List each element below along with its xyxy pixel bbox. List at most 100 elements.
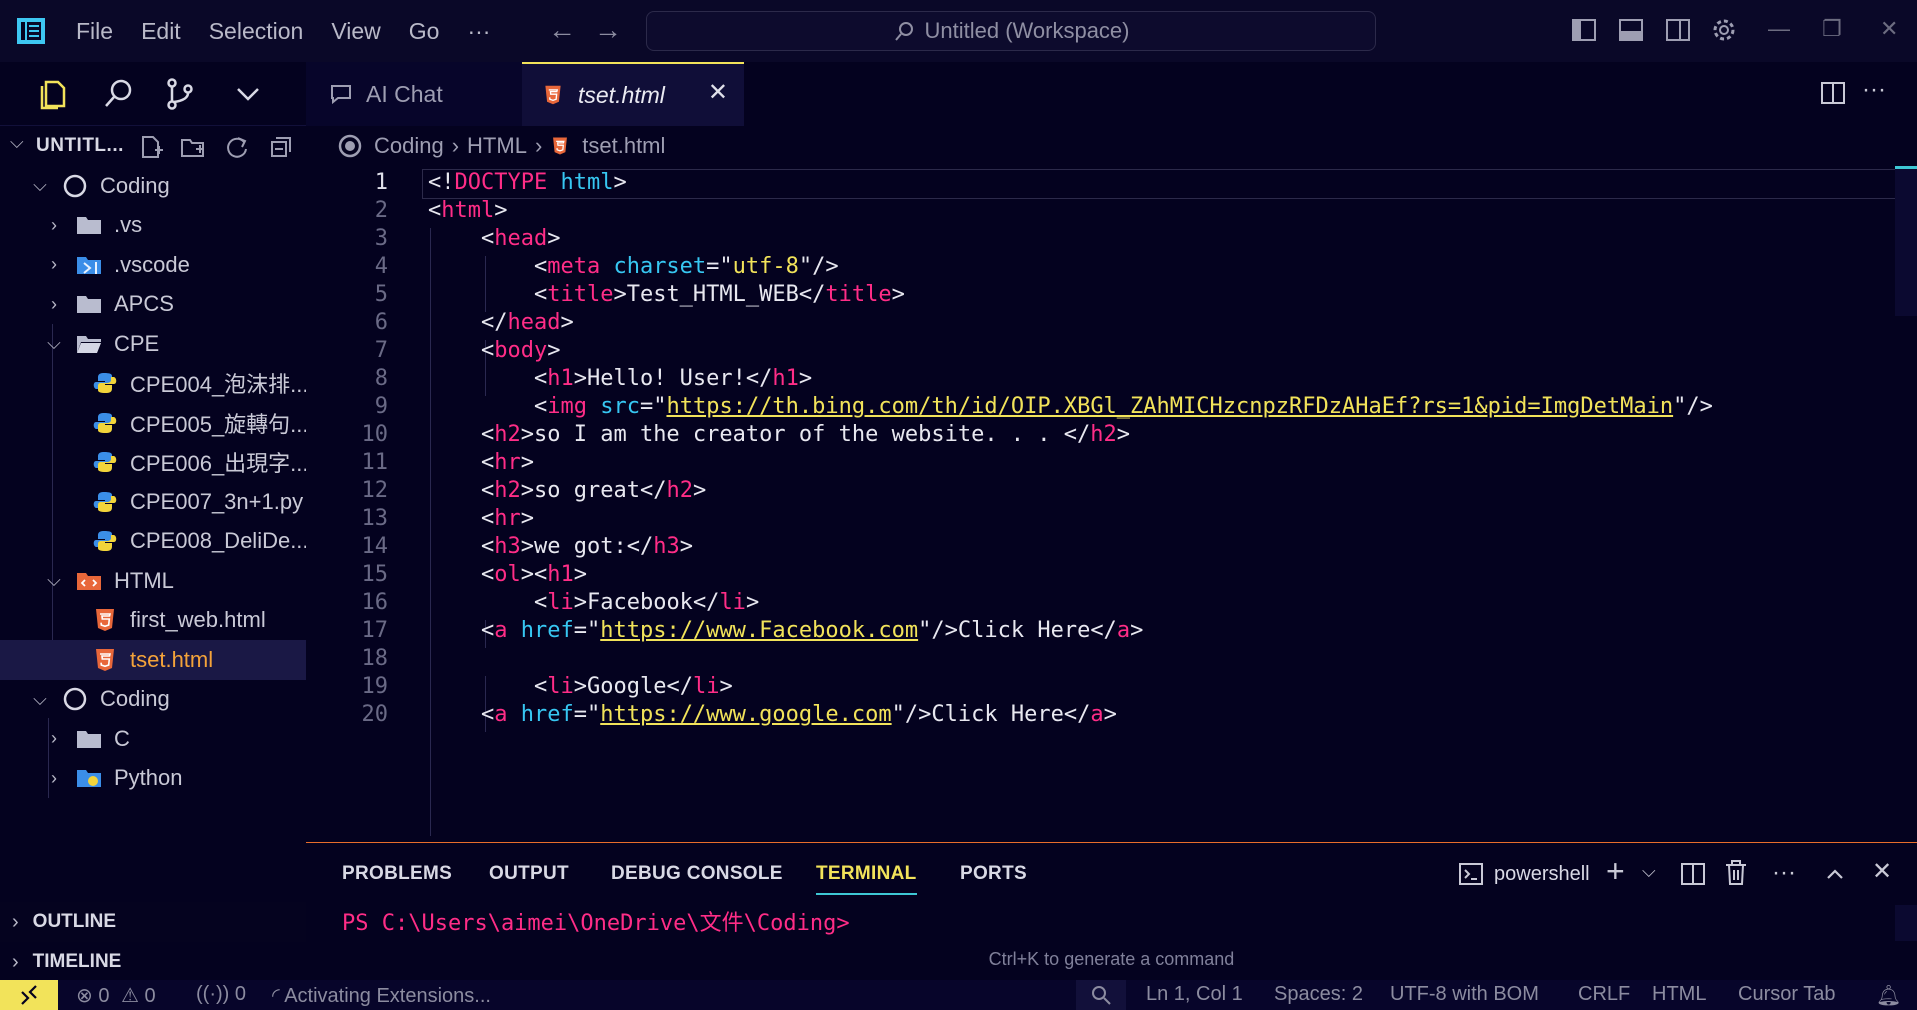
terminal-shell-name[interactable]: powershell [1494, 863, 1590, 886]
img-src-link[interactable]: https://th.bing.com/th/id/OIP.XBGl_ZAhMI… [666, 394, 1673, 419]
tree-item-python[interactable]: › Python [0, 759, 306, 799]
remote-icon [21, 985, 37, 1005]
terminal-hint: Ctrl+K to generate a command [988, 949, 1235, 969]
timeline-section-header[interactable]: › TIMELINE [0, 942, 306, 982]
split-editor-icon[interactable] [1820, 80, 1846, 106]
app-logo-icon[interactable] [16, 17, 46, 45]
tree-item-apcs[interactable]: › APCS [0, 285, 306, 325]
toggle-panel-icon[interactable] [1617, 16, 1645, 44]
panel-tab-debug-console[interactable]: DEBUG CONSOLE [611, 863, 783, 885]
tree-item-label: Coding [100, 686, 170, 712]
html5-file-icon [96, 648, 114, 671]
menu-go[interactable]: Go [395, 18, 454, 45]
editor-area: AI Chat tset.html ✕ ··· Coding › HTML › … [306, 62, 1917, 842]
split-terminal-icon[interactable] [1680, 861, 1706, 887]
restore-icon[interactable]: ❐ [1822, 16, 1842, 42]
line-number: 19 [361, 674, 389, 699]
menu-edit[interactable]: Edit [127, 18, 195, 45]
new-folder-icon[interactable] [180, 134, 206, 160]
terminal-prompt[interactable]: PS C:\Users\aimei\OneDrive\文件\Coding> [342, 905, 850, 937]
back-arrow-icon[interactable]: ← [548, 14, 576, 46]
bottom-panel: PROBLEMS OUTPUT DEBUG CONSOLE TERMINAL P… [306, 842, 1917, 980]
breadcrumb-item[interactable]: HTML [467, 133, 527, 159]
tab-ai-chat[interactable]: AI Chat [306, 62, 522, 126]
folder-icon [77, 296, 101, 314]
explorer-header[interactable]: ⌵ UNTITL... [0, 126, 306, 166]
href-link[interactable]: https://www.Facebook.com [600, 618, 918, 643]
collapse-all-icon[interactable] [268, 134, 294, 160]
link-text: Click Here [931, 702, 1064, 727]
breadcrumb-item[interactable]: Coding [374, 133, 444, 159]
close-tab-icon[interactable]: ✕ [708, 78, 728, 107]
chevron-right-icon: › [51, 767, 57, 788]
tree-item-cpe005[interactable]: CPE005_旋轉句... [0, 403, 306, 443]
tree-item-label: APCS [114, 291, 174, 317]
tree-item-vscode[interactable]: › .vscode [0, 245, 306, 285]
chevron-down-icon[interactable] [230, 76, 266, 112]
zoom-status[interactable] [1076, 980, 1126, 1010]
encoding-status[interactable]: UTF-8 with BOM [1390, 983, 1539, 1006]
breadcrumb-item[interactable]: tset.html [582, 133, 665, 159]
cursor-tab-status[interactable]: Cursor Tab [1738, 983, 1835, 1006]
explorer-files-icon[interactable] [36, 76, 72, 112]
tree-item-c[interactable]: › C [0, 719, 306, 759]
minimize-icon[interactable]: — [1768, 16, 1790, 42]
search-icon[interactable] [100, 76, 136, 112]
menu-view[interactable]: View [317, 18, 394, 45]
language-mode[interactable]: HTML [1652, 983, 1706, 1006]
menu-selection[interactable]: Selection [195, 18, 318, 45]
chevron-down-icon[interactable]: ⌵ [1642, 861, 1656, 882]
panel-tabs: PROBLEMS OUTPUT DEBUG CONSOLE TERMINAL P… [306, 843, 1917, 903]
source-control-icon[interactable] [162, 76, 198, 112]
tree-item-cpe[interactable]: ⌵ CPE [0, 324, 306, 364]
chevron-down-icon: ⌵ [47, 570, 61, 591]
notifications-bell-icon[interactable]: 🔔︎ [1876, 983, 1901, 1008]
panel-tab-output[interactable]: OUTPUT [489, 863, 569, 885]
tree-item-cpe008[interactable]: CPE008_DeliDe... [0, 522, 306, 562]
close-panel-icon[interactable]: ✕ [1872, 857, 1892, 886]
toggle-secondary-sidebar-icon[interactable] [1664, 16, 1692, 44]
href-link[interactable]: https://www.google.com [600, 702, 891, 727]
tree-item-first-web[interactable]: first_web.html [0, 601, 306, 641]
settings-gear-icon[interactable] [1710, 16, 1738, 44]
chevron-right-icon: › [51, 214, 57, 235]
problems-status[interactable]: ⊗ 0 ⚠ 0 [76, 983, 156, 1008]
panel-tab-terminal[interactable]: TERMINAL [816, 863, 917, 895]
command-center-search[interactable]: Untitled (Workspace) [646, 11, 1376, 51]
ports-status[interactable]: ((·)) 0 [196, 983, 246, 1006]
tree-item-html-folder[interactable]: ⌵ HTML [0, 561, 306, 601]
cursor-position[interactable]: Ln 1, Col 1 [1146, 983, 1243, 1006]
remote-indicator[interactable] [0, 980, 58, 1010]
panel-tab-problems[interactable]: PROBLEMS [342, 863, 452, 885]
tree-item-coding-root-2[interactable]: ⌵ Coding [0, 680, 306, 720]
more-actions-icon[interactable]: ··· [1772, 859, 1796, 887]
code-line-12: <h2>so great</h2> [428, 478, 707, 503]
editor-scrollbar[interactable] [1895, 166, 1917, 316]
line-number: 4 [374, 254, 388, 279]
menu-more[interactable]: ··· [453, 18, 504, 45]
more-actions-icon[interactable]: ··· [1862, 76, 1886, 104]
maximize-panel-icon[interactable] [1824, 863, 1846, 885]
tree-item-cpe004[interactable]: CPE004_泡沫排... [0, 364, 306, 404]
toggle-primary-sidebar-icon[interactable] [1570, 16, 1598, 44]
forward-arrow-icon[interactable]: → [594, 14, 622, 46]
tree-item-tset[interactable]: tset.html [0, 640, 306, 680]
terminal-scrollbar[interactable] [1895, 905, 1917, 941]
new-terminal-icon[interactable]: + [1606, 853, 1625, 890]
tree-item-cpe006[interactable]: CPE006_出現字... [0, 443, 306, 483]
tree-item-cpe007[interactable]: CPE007_3n+1.py [0, 482, 306, 522]
refresh-icon[interactable] [224, 134, 250, 160]
menu-file[interactable]: File [62, 18, 127, 45]
scrollbar-cursor-marker [1895, 166, 1917, 169]
code-editor[interactable]: 1 2 3 4 5 6 7 8 9 10 11 12 13 14 15 16 1… [306, 166, 1917, 836]
new-file-icon[interactable] [138, 134, 164, 160]
panel-tab-ports[interactable]: PORTS [960, 863, 1027, 885]
indentation-status[interactable]: Spaces: 2 [1274, 983, 1363, 1006]
tree-item-vs[interactable]: › .vs [0, 206, 306, 246]
close-window-icon[interactable]: ✕ [1880, 16, 1898, 42]
eol-status[interactable]: CRLF [1578, 983, 1630, 1006]
trash-icon[interactable] [1724, 859, 1748, 887]
outline-section-header[interactable]: › OUTLINE [0, 902, 306, 942]
tab-tset-html[interactable]: tset.html ✕ [522, 62, 744, 126]
tree-item-coding-root[interactable]: ⌵ Coding [0, 166, 306, 206]
